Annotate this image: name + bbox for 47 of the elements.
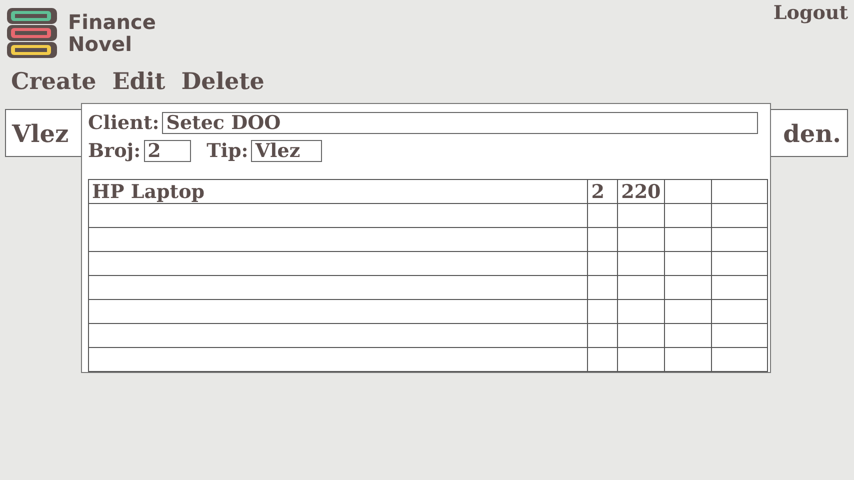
table-cell: 220 <box>618 180 665 204</box>
menu-item[interactable]: Edit <box>112 68 166 95</box>
type-field[interactable]: Vlez <box>251 140 322 162</box>
table-cell: 2 <box>588 180 618 204</box>
brand-name: Finance Novel <box>68 11 156 55</box>
table-cell <box>618 324 665 348</box>
client-label: Client: <box>88 112 160 134</box>
type-label: Tip: <box>206 140 248 162</box>
table-cell <box>618 228 665 252</box>
table-cell <box>711 180 768 204</box>
table-cell <box>664 204 712 228</box>
menu-item[interactable]: Create <box>11 68 96 95</box>
table-cell <box>618 300 665 324</box>
table-cell <box>664 252 712 276</box>
table-cell <box>711 348 768 372</box>
table-cell <box>588 300 618 324</box>
table-cell <box>664 276 712 300</box>
table-cell <box>664 348 712 372</box>
table-cell <box>664 300 712 324</box>
record-amount: den. <box>783 118 841 148</box>
table-cell: HP Laptop <box>88 180 588 204</box>
table-cell <box>618 348 665 372</box>
number-label: Broj: <box>88 140 141 162</box>
table-cell <box>618 204 665 228</box>
menu-item[interactable]: Delete <box>181 68 264 95</box>
table-cell <box>711 228 768 252</box>
table-cell <box>588 204 618 228</box>
books-logo-icon <box>5 6 60 60</box>
table-cell <box>664 228 712 252</box>
logout-link[interactable]: Logout <box>773 2 848 26</box>
table-cell <box>711 324 768 348</box>
table-cell <box>588 252 618 276</box>
table-cell <box>711 204 768 228</box>
table-cell <box>618 276 665 300</box>
table-cell <box>711 276 768 300</box>
table-cell <box>588 324 618 348</box>
table-cell <box>664 180 712 204</box>
record-type: Vlez <box>12 118 69 148</box>
table-cell <box>664 324 712 348</box>
table-cell <box>711 252 768 276</box>
table-cell <box>588 348 618 372</box>
table-cell <box>711 300 768 324</box>
table-cell <box>588 276 618 300</box>
number-field[interactable]: 2 <box>144 140 191 162</box>
table-cell <box>618 252 665 276</box>
table-cell <box>588 228 618 252</box>
client-field[interactable]: Setec DOO <box>162 112 758 134</box>
